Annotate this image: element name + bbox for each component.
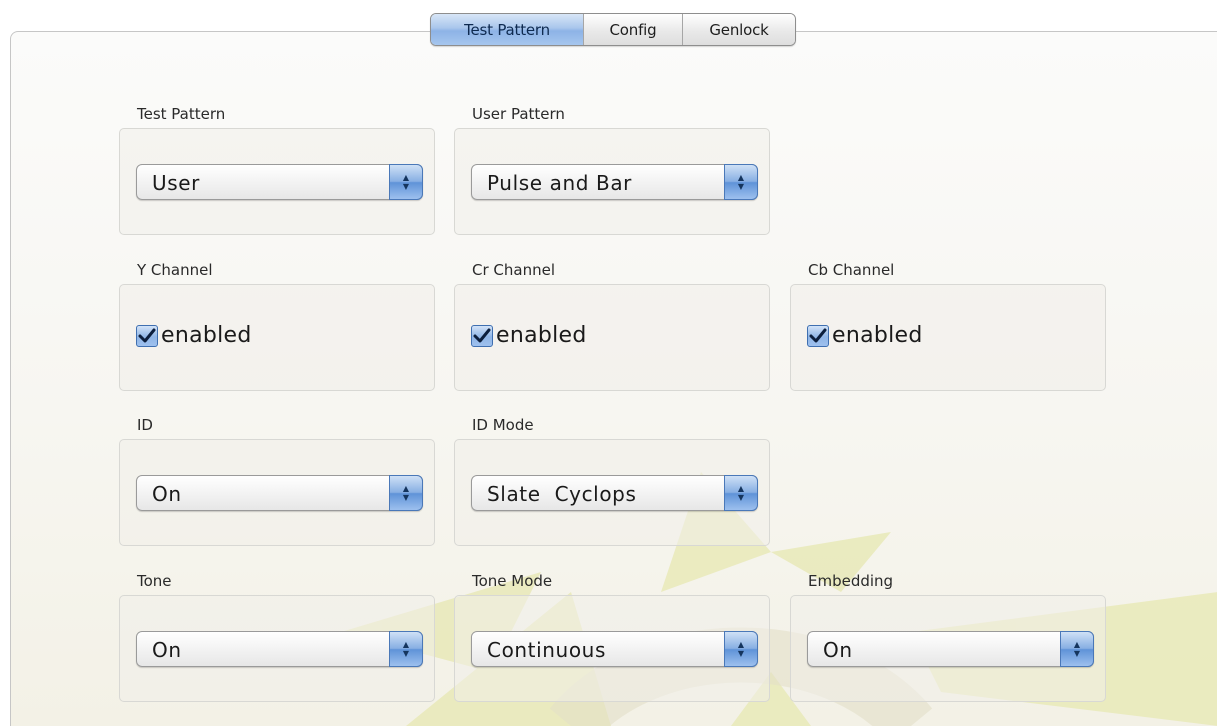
cr-channel-label: Cr Channel — [472, 261, 555, 279]
tone-select[interactable]: On ▲ ▼ — [136, 631, 423, 667]
up-down-arrows-icon: ▲ ▼ — [389, 475, 423, 511]
tab-genlock[interactable]: Genlock — [682, 14, 795, 45]
test-pattern-select[interactable]: User ▲ ▼ — [136, 164, 423, 200]
id-mode-label: ID Mode — [472, 416, 534, 434]
up-down-arrows-icon: ▲ ▼ — [724, 164, 758, 200]
test-pattern-group: User ▲ ▼ — [119, 128, 435, 235]
tone-label: Tone — [137, 572, 172, 590]
cb-channel-group: enabled — [790, 284, 1106, 391]
embedding-group: On ▲ ▼ — [790, 595, 1106, 702]
cb-channel-enabled-label: enabled — [832, 323, 923, 348]
checkmark-icon[interactable] — [471, 324, 493, 347]
up-down-arrows-icon: ▲ ▼ — [389, 164, 423, 200]
id-mode-select[interactable]: Slate Cyclops ▲ ▼ — [471, 475, 758, 511]
tab-bar: Test Pattern Config Genlock — [430, 13, 796, 46]
tab-test-pattern[interactable]: Test Pattern — [431, 14, 583, 45]
cb-channel-checkbox[interactable]: enabled — [807, 323, 923, 348]
id-mode-value: Slate Cyclops — [487, 482, 637, 506]
tone-mode-label: Tone Mode — [472, 572, 553, 590]
y-channel-enabled-label: enabled — [161, 323, 252, 348]
cr-channel-group: enabled — [454, 284, 770, 391]
embedding-select[interactable]: On ▲ ▼ — [807, 631, 1094, 667]
up-down-arrows-icon: ▲ ▼ — [389, 631, 423, 667]
cb-channel-label: Cb Channel — [808, 261, 895, 279]
up-down-arrows-icon: ▲ ▼ — [724, 475, 758, 511]
cr-channel-checkbox[interactable]: enabled — [471, 323, 587, 348]
id-mode-group: Slate Cyclops ▲ ▼ — [454, 439, 770, 546]
up-down-arrows-icon: ▲ ▼ — [724, 631, 758, 667]
up-down-arrows-icon: ▲ ▼ — [1060, 631, 1094, 667]
cr-channel-enabled-label: enabled — [496, 323, 587, 348]
tone-mode-group: Continuous ▲ ▼ — [454, 595, 770, 702]
id-value: On — [152, 482, 182, 506]
id-select[interactable]: On ▲ ▼ — [136, 475, 423, 511]
checkmark-icon[interactable] — [136, 324, 158, 347]
user-pattern-label: User Pattern — [472, 105, 565, 123]
user-pattern-group: Pulse and Bar ▲ ▼ — [454, 128, 770, 235]
embedding-label: Embedding — [808, 572, 894, 590]
tone-mode-select[interactable]: Continuous ▲ ▼ — [471, 631, 758, 667]
id-label: ID — [137, 416, 153, 434]
tone-value: On — [152, 638, 182, 662]
user-pattern-value: Pulse and Bar — [487, 171, 633, 195]
checkmark-icon[interactable] — [807, 324, 829, 347]
embedding-value: On — [823, 638, 853, 662]
id-group: On ▲ ▼ — [119, 439, 435, 546]
tone-mode-value: Continuous — [487, 638, 606, 662]
test-pattern-value: User — [152, 171, 200, 195]
y-channel-checkbox[interactable]: enabled — [136, 323, 252, 348]
y-channel-group: enabled — [119, 284, 435, 391]
user-pattern-select[interactable]: Pulse and Bar ▲ ▼ — [471, 164, 758, 200]
tone-group: On ▲ ▼ — [119, 595, 435, 702]
y-channel-label: Y Channel — [137, 261, 213, 279]
tab-panel: Test Pattern User ▲ ▼ User Pattern Pulse … — [10, 31, 1217, 726]
test-pattern-label: Test Pattern — [137, 105, 226, 123]
tab-config[interactable]: Config — [583, 14, 682, 45]
